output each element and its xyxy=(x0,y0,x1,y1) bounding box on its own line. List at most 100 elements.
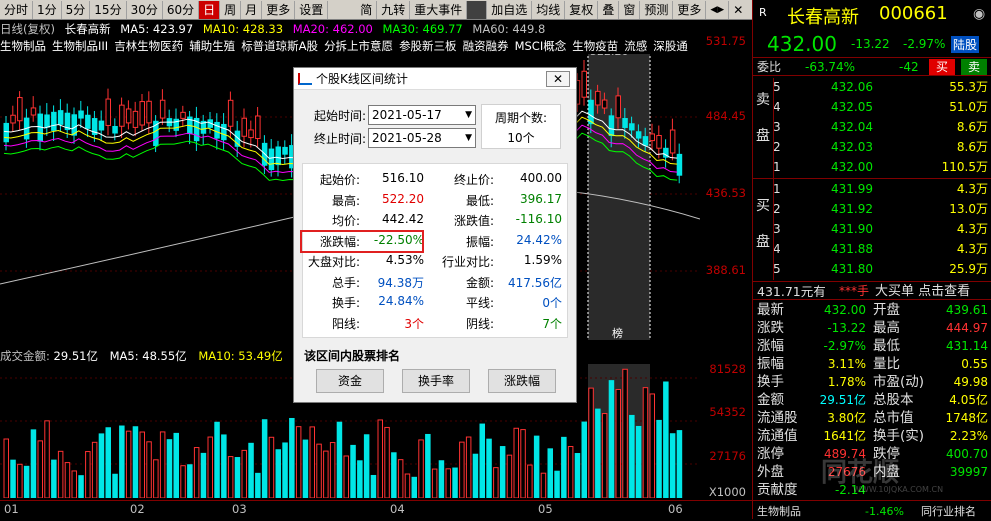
bid-price: 431.90 xyxy=(831,222,873,236)
period-tab-5[interactable]: 60分 xyxy=(163,0,200,19)
period-tab-7[interactable]: 周 xyxy=(220,0,242,19)
detail-value: 444.97 xyxy=(946,321,988,335)
tool-button-4[interactable]: 加自选 xyxy=(487,0,533,19)
detail-value: 400.70 xyxy=(946,447,988,461)
period-tab-4[interactable]: 30分 xyxy=(127,0,163,19)
end-time-select[interactable]: 2021-05-28 ▼ xyxy=(368,128,476,148)
concept-tag[interactable]: 辅助生殖 xyxy=(189,38,235,54)
volume-bar xyxy=(656,419,662,498)
bid-row[interactable]: 3 431.90 4.3万 xyxy=(753,220,991,239)
book-divider xyxy=(753,178,991,179)
concept-tag[interactable]: 分拆上市意愿 xyxy=(324,38,393,54)
period-tab-10[interactable]: 设置 xyxy=(295,0,329,19)
capital-rank-button[interactable]: 资金 xyxy=(316,369,384,393)
candle-body xyxy=(221,123,227,141)
change-rank-button[interactable]: 涨跌幅 xyxy=(488,369,556,393)
volume-bar xyxy=(635,425,642,498)
tool-button-0[interactable]: 简 xyxy=(356,0,378,19)
bid-row[interactable]: 4 431.88 4.3万 xyxy=(753,240,991,259)
stat-label: 行业对比: xyxy=(441,255,494,269)
close-icon[interactable]: ✕ xyxy=(729,1,747,19)
close-icon[interactable]: ✕ xyxy=(546,70,570,87)
price-tick: 436.53 xyxy=(705,186,746,200)
concept-tag[interactable]: 融资融券 xyxy=(463,38,509,54)
period-tab-6[interactable]: 日 xyxy=(199,0,221,19)
volume-bar xyxy=(547,448,553,498)
candle-body xyxy=(119,104,125,127)
period-tab-3[interactable]: 15分 xyxy=(90,0,127,19)
volume-bar xyxy=(431,468,438,498)
concept-tag[interactable]: 吉林生物医药 xyxy=(114,38,183,54)
period-tab-2[interactable]: 5分 xyxy=(62,0,91,19)
vol-tick: 54352 xyxy=(709,405,746,419)
detail-label: 最低 xyxy=(873,338,900,354)
ask-volume: 55.3万 xyxy=(949,80,988,94)
detail-label: 最新 xyxy=(757,302,784,318)
tool-button-10[interactable]: 更多 xyxy=(673,0,707,19)
period-tab-0[interactable]: 分时 xyxy=(0,0,34,19)
tool-button-9[interactable]: 预测 xyxy=(640,0,674,19)
buy-button[interactable]: 买 xyxy=(929,59,955,75)
ask-row[interactable]: 2 432.03 8.6万 xyxy=(753,138,991,157)
volume-bar xyxy=(574,453,581,498)
stat-label: 阳线: xyxy=(331,316,360,331)
detail-row: 换手 1.78% 市盈(动) 49.98 xyxy=(753,373,991,392)
big-order-link[interactable]: 大买单 点击查看 xyxy=(875,282,970,301)
detail-value: 439.61 xyxy=(946,303,988,317)
target-icon[interactable] xyxy=(467,0,488,19)
tool-button-5[interactable]: 均线 xyxy=(532,0,566,19)
volume-bar xyxy=(663,381,669,498)
candle-body xyxy=(3,122,9,143)
detail-label: 涨停 xyxy=(757,446,784,462)
ask-price: 432.03 xyxy=(831,140,873,154)
stock-name: 长春高新 xyxy=(787,7,859,28)
weibi-row: 委比 -63.74% -42 买 卖 xyxy=(753,57,991,76)
ask-level: 4 xyxy=(773,100,781,114)
period-tab-1[interactable]: 1分 xyxy=(33,0,62,19)
concept-tag[interactable]: 参股新三板 xyxy=(399,38,457,54)
tool-button-2[interactable]: 重大事件 xyxy=(410,0,468,19)
ask-row[interactable]: 5 432.06 55.3万 xyxy=(753,78,991,97)
candle-body xyxy=(125,108,132,124)
period-tab-9[interactable]: 更多 xyxy=(262,0,296,19)
ask-row[interactable]: 1 432.00 110.5万 xyxy=(753,158,991,177)
stat-label: 大盘对比: xyxy=(307,255,360,269)
volume-bar xyxy=(438,460,445,498)
ask-row[interactable]: 3 432.04 8.6万 xyxy=(753,118,991,137)
big-order-row[interactable]: 431.71元有 ***手 大买单 点击查看 xyxy=(753,281,991,300)
sell-side-label: 卖盘 xyxy=(756,92,770,144)
candle-body xyxy=(622,118,628,128)
concept-tag[interactable]: MSCI概念 xyxy=(515,38,567,54)
sell-button[interactable]: 卖 xyxy=(961,59,987,75)
dialog-titlebar[interactable]: 个股K线区间统计 ✕ xyxy=(294,68,576,90)
tool-button-6[interactable]: 复权 xyxy=(565,0,599,19)
industry-footer[interactable]: 生物制品 -1.46% 同行业排名 xyxy=(753,500,991,519)
stat-value: 24.84% xyxy=(378,294,424,308)
concept-tag[interactable]: 生物疫苗 xyxy=(572,38,618,54)
tool-button-1[interactable]: 九转 xyxy=(377,0,411,19)
concept-tag[interactable]: 深股通 xyxy=(653,38,688,54)
bid-row[interactable]: 2 431.92 13.0万 xyxy=(753,200,991,219)
concept-tag[interactable]: 生物制品 xyxy=(0,38,46,54)
stat-value: 1.59% xyxy=(523,253,562,267)
turnover-rank-button[interactable]: 换手率 xyxy=(402,369,470,393)
bid-row[interactable]: 1 431.99 4.3万 xyxy=(753,180,991,199)
board-badge[interactable]: 陆股 xyxy=(951,36,980,53)
candle-body xyxy=(629,123,635,131)
candle-body xyxy=(676,153,683,176)
bid-row[interactable]: 5 431.80 25.9万 xyxy=(753,260,991,279)
volume-bar xyxy=(622,368,628,498)
concept-tag[interactable]: 标普道琼斯A股 xyxy=(241,38,318,54)
ask-row[interactable]: 4 432.05 51.0万 xyxy=(753,98,991,117)
industry-name: 生物制品 xyxy=(757,505,801,518)
concept-tag[interactable]: 流感 xyxy=(624,38,647,54)
period-tab-8[interactable]: 月 xyxy=(241,0,263,19)
price-tick: 531.75 xyxy=(705,34,746,48)
tool-button-7[interactable]: 叠 xyxy=(598,0,620,19)
settings-icon[interactable]: ◉ xyxy=(973,6,985,22)
candle-body xyxy=(159,99,166,119)
start-time-select[interactable]: 2021-05-17 ▼ xyxy=(368,105,476,125)
tool-button-8[interactable]: 窗 xyxy=(619,0,641,19)
concept-tag[interactable]: 生物制品III xyxy=(52,38,108,54)
nav-arrows-icon[interactable]: ◀▶ xyxy=(706,0,730,19)
